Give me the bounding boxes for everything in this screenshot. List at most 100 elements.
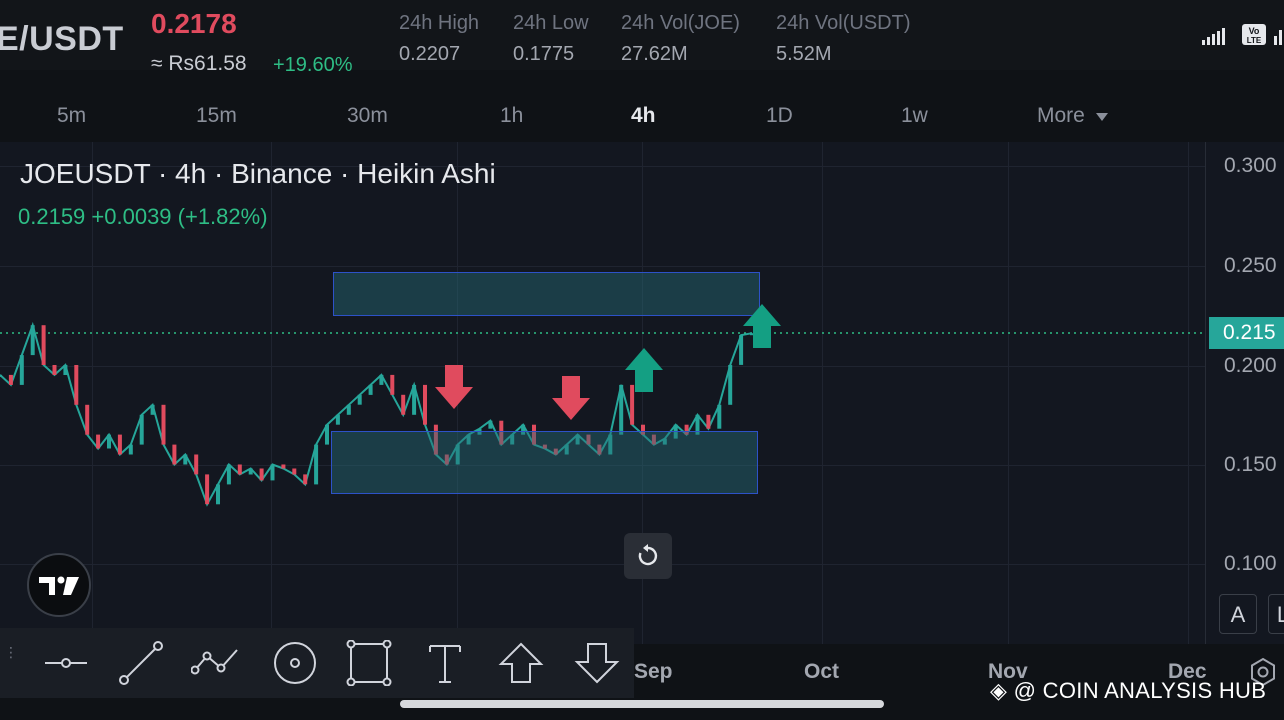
reset-icon[interactable] bbox=[624, 533, 672, 579]
candle bbox=[226, 464, 231, 485]
timeframe-1d[interactable]: 1D bbox=[766, 104, 793, 128]
timeframe-5m[interactable]: 5m bbox=[57, 104, 86, 128]
fiat-price: ≈ Rs61.58 bbox=[151, 52, 247, 75]
candle bbox=[161, 404, 166, 445]
reset-arrow-glyph bbox=[638, 544, 658, 566]
up-arrow-marker[interactable] bbox=[625, 348, 663, 392]
candle bbox=[194, 454, 199, 475]
watermark: ◈ @ COIN ANALYSIS HUB bbox=[990, 678, 1267, 703]
timeframe-bar: 5m 15m 30m 1h 4h 1D 1w More bbox=[0, 92, 1284, 140]
up-arrow-marker[interactable] bbox=[743, 304, 781, 348]
timeframe-1w[interactable]: 1w bbox=[901, 104, 928, 128]
ohlc-readout: 0.2159 +0.0039 (+1.82%) bbox=[18, 204, 268, 229]
last-price: 0.2178 bbox=[151, 8, 237, 39]
circle-tool-icon[interactable] bbox=[270, 640, 320, 686]
candle bbox=[335, 414, 340, 425]
down-arrow-marker[interactable] bbox=[435, 365, 473, 409]
candle bbox=[183, 454, 188, 465]
text-tool-icon[interactable] bbox=[420, 640, 470, 686]
candle bbox=[717, 404, 722, 429]
volte-icon: Vo LTE bbox=[1242, 24, 1266, 45]
candle bbox=[107, 434, 111, 449]
arrow-down-tool-icon[interactable] bbox=[572, 640, 622, 686]
svg-text:Vo: Vo bbox=[1249, 26, 1260, 36]
current-price-tag: 0.215 bbox=[1209, 317, 1284, 349]
drawing-toolbar: ⋮ bbox=[0, 628, 634, 698]
auto-scale-button[interactable]: A bbox=[1219, 594, 1257, 634]
stat-24h-low: 24h Low 0.1775 bbox=[513, 12, 589, 66]
candle bbox=[117, 434, 122, 455]
stat-value: 0.2207 bbox=[399, 43, 461, 65]
horizontal-line-icon[interactable] bbox=[41, 640, 91, 686]
stat-value: 0.1775 bbox=[513, 43, 575, 65]
log-scale-button[interactable]: L bbox=[1268, 594, 1284, 634]
candle bbox=[303, 474, 308, 485]
candle bbox=[357, 394, 362, 405]
candle bbox=[128, 444, 133, 455]
stat-24h-vol-usdt: 24h Vol(USDT) 5.52M bbox=[776, 12, 911, 66]
stat-24h-vol-joe: 24h Vol(JOE) 27.62M bbox=[621, 12, 740, 66]
candle bbox=[390, 374, 395, 395]
candle bbox=[237, 464, 242, 475]
arrow-up-tool-icon[interactable] bbox=[496, 640, 546, 686]
candle bbox=[41, 325, 46, 365]
market-header: E/USDT 0.2178 ≈ Rs61.58 +19.60% 24h High… bbox=[0, 0, 1284, 76]
path-icon[interactable] bbox=[191, 640, 241, 686]
trend-line-icon[interactable] bbox=[116, 640, 166, 686]
timeframe-30m[interactable]: 30m bbox=[347, 104, 388, 128]
candle bbox=[172, 444, 177, 465]
chart-title: JOEUSDT · 4h · Binance · Heikin Ashi bbox=[20, 158, 496, 189]
tradingview-glyph bbox=[39, 576, 79, 595]
candle bbox=[706, 414, 711, 429]
candle bbox=[619, 384, 624, 435]
timeframe-more[interactable]: More bbox=[1037, 104, 1109, 128]
y-tick-label: 0.300 bbox=[1224, 154, 1277, 177]
candle bbox=[216, 484, 220, 505]
candle bbox=[379, 374, 384, 385]
stat-value: 27.62M bbox=[621, 43, 688, 65]
candle bbox=[292, 468, 297, 475]
candle bbox=[728, 365, 733, 405]
candle bbox=[52, 365, 57, 375]
stat-value: 5.52M bbox=[776, 43, 832, 65]
change-percent: +19.60% bbox=[273, 54, 353, 76]
candle bbox=[139, 414, 144, 445]
home-indicator[interactable] bbox=[400, 700, 884, 708]
caret-down-icon bbox=[1095, 113, 1108, 121]
timeframe-1h[interactable]: 1h bbox=[500, 104, 523, 128]
x-tick-label: Oct bbox=[804, 660, 840, 683]
candle bbox=[19, 355, 24, 385]
candle bbox=[205, 474, 210, 505]
candle bbox=[423, 384, 427, 425]
toolbar-grip-icon[interactable]: ⋮ bbox=[4, 645, 18, 678]
candle bbox=[150, 404, 155, 415]
wifi-icon bbox=[1274, 30, 1282, 45]
candle bbox=[30, 325, 35, 356]
timeframe-15m[interactable]: 15m bbox=[196, 104, 237, 128]
candle bbox=[85, 404, 90, 435]
candle bbox=[270, 464, 275, 481]
pair-symbol[interactable]: E/USDT bbox=[0, 20, 124, 59]
rectangle-tool-icon[interactable] bbox=[344, 640, 394, 686]
more-label: More bbox=[1037, 104, 1085, 127]
candle bbox=[488, 420, 493, 429]
support-zone[interactable] bbox=[331, 431, 758, 494]
down-arrow-marker[interactable] bbox=[552, 376, 590, 420]
candle bbox=[346, 404, 351, 415]
y-tick-label: 0.100 bbox=[1224, 552, 1277, 575]
resistance-zone[interactable] bbox=[333, 272, 760, 316]
status-icons: Vo LTE bbox=[1202, 24, 1282, 45]
timeframe-4h[interactable]: 4h bbox=[631, 104, 656, 128]
candle bbox=[0, 374, 2, 377]
y-tick-label: 0.150 bbox=[1224, 453, 1277, 476]
y-tick-label: 0.200 bbox=[1224, 354, 1277, 377]
candle bbox=[96, 434, 101, 449]
y-tick-label: 0.250 bbox=[1224, 254, 1277, 277]
candle bbox=[63, 365, 68, 375]
tradingview-logo-icon[interactable] bbox=[27, 553, 91, 617]
candle bbox=[368, 384, 373, 395]
candle bbox=[314, 444, 319, 485]
stat-label: 24h Vol(JOE) bbox=[621, 12, 740, 34]
candle bbox=[401, 394, 406, 415]
stat-label: 24h High bbox=[399, 12, 480, 34]
